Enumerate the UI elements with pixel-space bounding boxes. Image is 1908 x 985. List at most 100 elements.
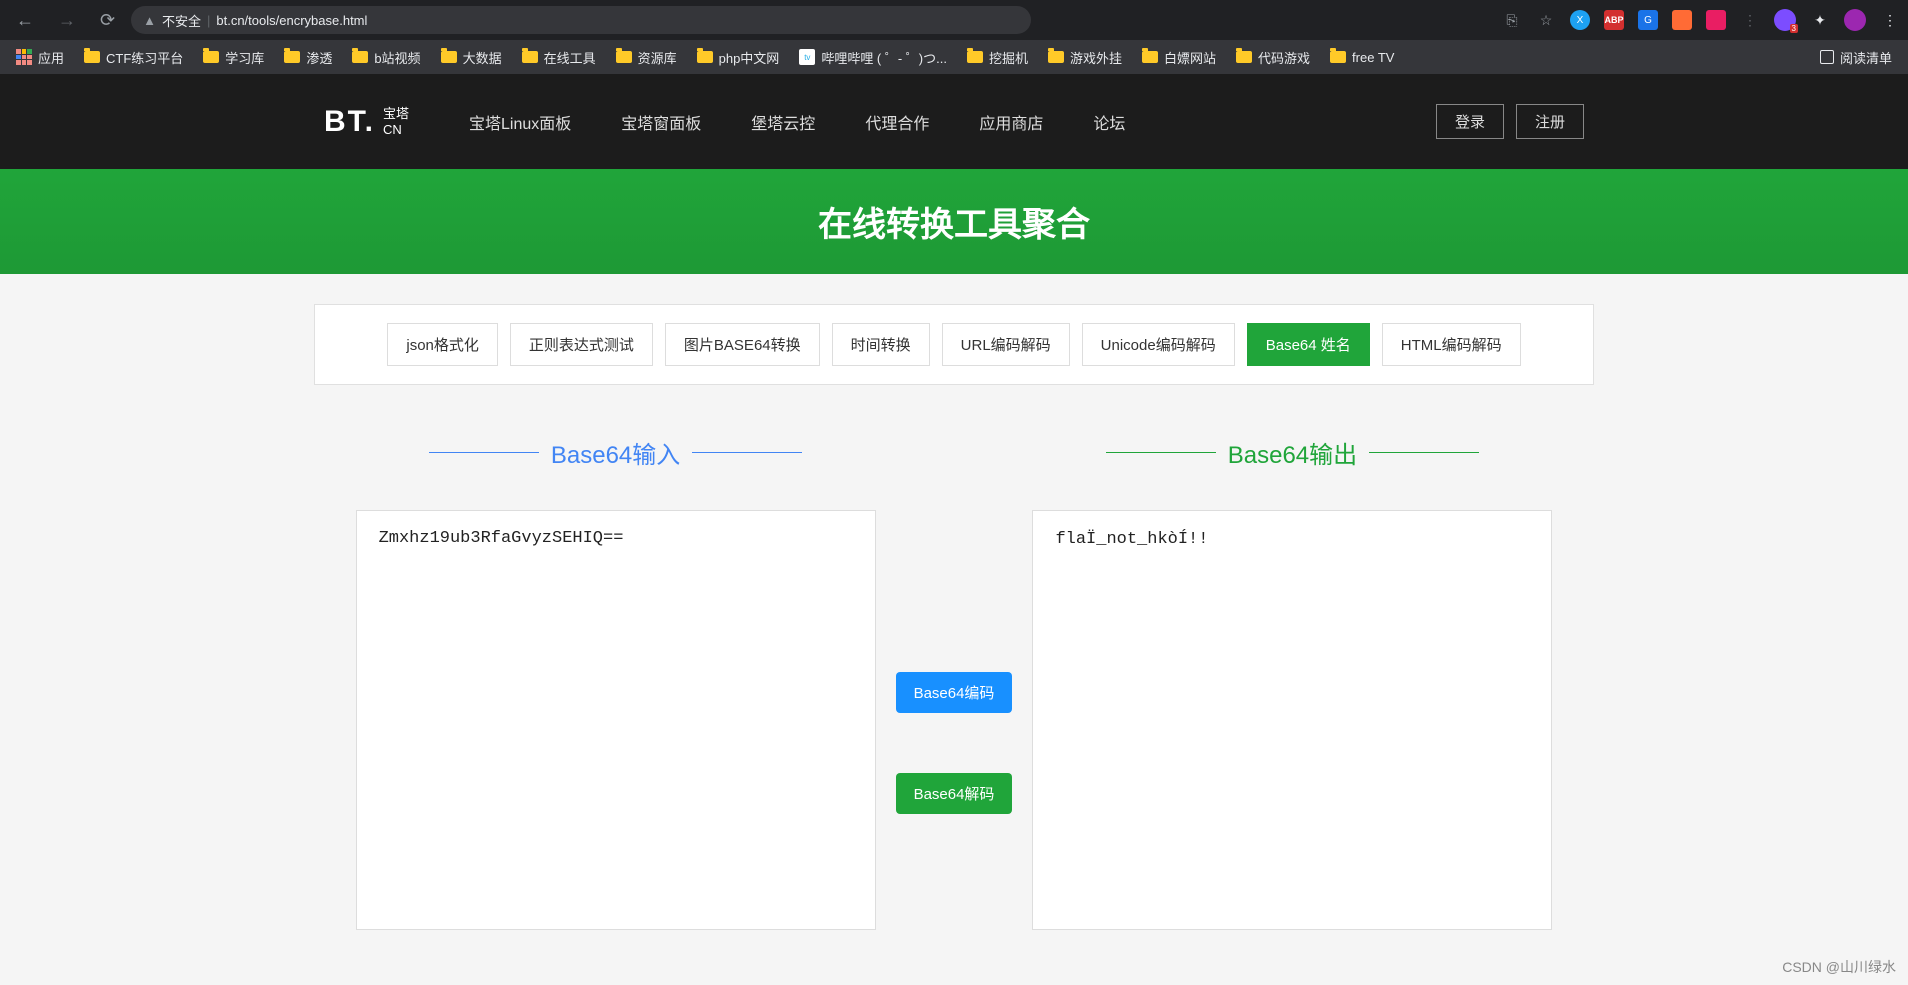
tool-tab[interactable]: HTML编码解码 (1382, 323, 1521, 366)
bookmark-item[interactable]: php中文网 (689, 44, 788, 71)
bookmark-label: 应用 (38, 48, 64, 67)
folder-icon (352, 51, 368, 63)
reading-list-icon (1820, 50, 1834, 64)
output-panel: Base64输出 (1032, 435, 1552, 930)
bookmark-label: CTF练习平台 (106, 48, 183, 67)
tool-tab[interactable]: json格式化 (387, 323, 498, 366)
url-text: bt.cn/tools/encrybase.html (216, 13, 367, 28)
bookmark-item[interactable]: 渗透 (276, 44, 340, 71)
decorative-line (429, 452, 539, 453)
site-logo[interactable]: BT. 宝塔 CN (324, 105, 409, 139)
abp-icon[interactable]: ABP (1604, 10, 1624, 30)
decode-button[interactable]: Base64解码 (896, 773, 1013, 814)
tool-tabs-container: json格式化正则表达式测试图片BASE64转换时间转换 URL编码解码 Unico… (0, 274, 1908, 415)
decorative-line (1106, 452, 1216, 453)
tool-tab[interactable]: 时间转换 (832, 323, 930, 366)
browser-toolbar: ← → ⟳ ▲ 不安全 | bt.cn/tools/encrybase.html… (0, 0, 1908, 40)
ext-orange-icon[interactable] (1672, 10, 1692, 30)
folder-icon (1330, 51, 1346, 63)
bookmark-item[interactable]: 游戏外挂 (1040, 44, 1130, 71)
ext-blue-icon[interactable]: G (1638, 10, 1658, 30)
ext-pink-icon[interactable] (1706, 10, 1726, 30)
nav-link[interactable]: 代理合作 (865, 110, 929, 134)
bookmark-item[interactable]: 资源库 (608, 44, 685, 71)
ext-gap-icon[interactable]: ⋮ (1740, 10, 1760, 30)
watermark: CSDN @山川绿水 (1782, 957, 1896, 977)
bookmark-item[interactable]: 大数据 (433, 44, 510, 71)
bookmark-item[interactable]: 学习库 (195, 44, 272, 71)
main-nav: 宝塔Linux面板 宝塔窗面板 堡塔云控 代理合作 应用商店 论坛 (469, 110, 1436, 134)
bookmark-item[interactable]: 代码游戏 (1228, 44, 1318, 71)
input-panel: Base64输入 (356, 435, 876, 930)
forward-button[interactable]: → (50, 6, 84, 35)
folder-icon (967, 51, 983, 63)
extensions-puzzle-icon[interactable]: ✦ (1810, 10, 1830, 30)
page-viewport: BT. 宝塔 CN 宝塔Linux面板 宝塔窗面板 堡塔云控 代理合作 应用商店 论坛 登… (0, 74, 1908, 985)
login-button[interactable]: 登录 (1436, 104, 1504, 139)
bookmark-item[interactable]: 应用 (8, 44, 72, 71)
nav-link[interactable]: 论坛 (1093, 110, 1125, 134)
bookmark-label: 白嫖网站 (1164, 48, 1216, 67)
star-icon[interactable]: ☆ (1536, 10, 1556, 30)
tool-tab[interactable]: 图片BASE64转换 (665, 323, 820, 366)
nav-link[interactable]: 宝塔窗面板 (621, 110, 701, 134)
bookmark-label: php中文网 (719, 48, 780, 67)
reading-list-label: 阅读清单 (1840, 48, 1892, 67)
bookmark-label: 代码游戏 (1258, 48, 1310, 67)
folder-icon (616, 51, 632, 63)
folder-icon (1048, 51, 1064, 63)
tool-tab[interactable]: 正则表达式测试 (510, 323, 653, 366)
tool-tab[interactable]: Base64 姓名 (1247, 323, 1370, 366)
encode-button[interactable]: Base64编码 (896, 672, 1013, 713)
chrome-extensions: ⎘ ☆ X ABP G ⋮ 3 ✦ ⋮ (1502, 9, 1900, 31)
insecure-label: 不安全 (162, 11, 201, 30)
nav-link[interactable]: 堡塔云控 (751, 110, 815, 134)
tool-tabs: json格式化正则表达式测试图片BASE64转换时间转换 URL编码解码 Unico… (314, 304, 1594, 385)
menu-icon[interactable]: ⋮ (1880, 10, 1900, 30)
base64-output[interactable] (1032, 510, 1552, 930)
bookmark-label: b站视频 (374, 48, 420, 67)
input-title: Base64输入 (551, 435, 680, 470)
bookmark-label: 大数据 (463, 48, 502, 67)
bookmark-label: 渗透 (306, 48, 332, 67)
tool-tab[interactable]: URL编码解码 (942, 323, 1070, 366)
bookmark-label: free TV (1352, 50, 1394, 65)
site-header: BT. 宝塔 CN 宝塔Linux面板 宝塔窗面板 堡塔云控 代理合作 应用商店 论坛 登… (0, 74, 1908, 169)
bookmark-item[interactable]: 在线工具 (514, 44, 604, 71)
bookmark-item[interactable]: 白嫖网站 (1134, 44, 1224, 71)
nav-link[interactable]: 应用商店 (979, 110, 1043, 134)
reading-list-button[interactable]: 阅读清单 (1812, 44, 1900, 71)
bookmark-label: 游戏外挂 (1070, 48, 1122, 67)
bookmark-label: 资源库 (638, 48, 677, 67)
back-button[interactable]: ← (8, 6, 42, 35)
bookmark-label: 在线工具 (544, 48, 596, 67)
folder-icon (441, 51, 457, 63)
banner-title: 在线转换工具聚合 (818, 197, 1090, 246)
reload-button[interactable]: ⟳ (92, 6, 123, 35)
folder-icon (1142, 51, 1158, 63)
bookmark-item[interactable]: b站视频 (344, 44, 428, 71)
tool-tab[interactable]: Unicode编码解码 (1082, 323, 1235, 366)
ext-x-icon[interactable]: X (1570, 10, 1590, 30)
bilibili-icon: tv (799, 49, 815, 65)
converter-area: Base64输入 Base64编码 Base64解码 Base64输出 (0, 415, 1908, 950)
address-bar[interactable]: ▲ 不安全 | bt.cn/tools/encrybase.html (131, 6, 1031, 34)
logo-subtitle: 宝塔 CN (383, 106, 409, 137)
nav-link[interactable]: 宝塔Linux面板 (469, 110, 571, 134)
bookmark-item[interactable]: CTF练习平台 (76, 44, 191, 71)
folder-icon (84, 51, 100, 63)
bookmark-item[interactable]: free TV (1322, 46, 1402, 69)
bookmark-item[interactable]: tv哔哩哔哩 ( ゜- ゜)つ... (791, 44, 955, 71)
output-title: Base64输出 (1228, 435, 1357, 470)
logo-text: BT. (324, 105, 375, 139)
translate-icon[interactable]: ⎘ (1502, 10, 1522, 30)
bookmarks-bar: 应用 CTF练习平台学习库 渗透 b站视频 大数据 在线工具 资源库 php中文网 tv哔哩哔哩… (0, 40, 1908, 74)
folder-icon (203, 51, 219, 63)
ext-purple-icon[interactable]: 3 (1774, 9, 1796, 31)
profile-avatar-icon[interactable] (1844, 9, 1866, 31)
folder-icon (697, 51, 713, 63)
base64-input[interactable] (356, 510, 876, 930)
converter-buttons: Base64编码 Base64解码 (876, 555, 1033, 930)
register-button[interactable]: 注册 (1516, 104, 1584, 139)
bookmark-item[interactable]: 挖掘机 (959, 44, 1036, 71)
